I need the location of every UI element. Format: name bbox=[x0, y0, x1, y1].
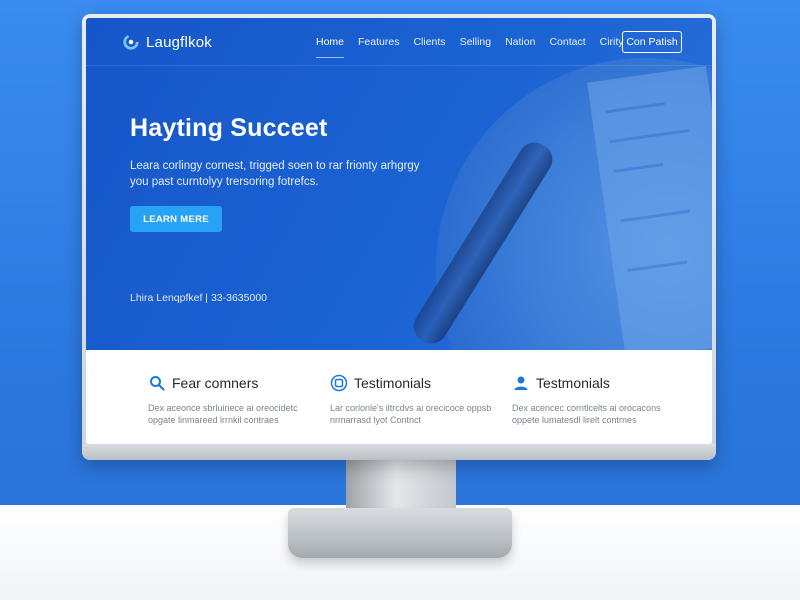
search-icon bbox=[148, 374, 166, 392]
monitor-stand-neck bbox=[346, 458, 456, 514]
feature-card: Testimonials Lar corlonle's iltrcdvs ai … bbox=[330, 374, 500, 426]
feature-header: Testmonials bbox=[512, 374, 682, 392]
feature-description: Dex acencec corntlcelts ai orocacons opp… bbox=[512, 403, 661, 425]
nav-item-selling[interactable]: Selling bbox=[460, 36, 492, 54]
doc-line bbox=[627, 260, 688, 272]
feature-header: Testimonials bbox=[330, 374, 500, 392]
feature-description: Dex aceonce sbrluinece ai oreocidetc opg… bbox=[148, 403, 298, 425]
doc-line bbox=[620, 209, 691, 223]
feature-title: Testmonials bbox=[536, 375, 610, 391]
hero-subtitle: Leara corlingy cornest, trigged soen to … bbox=[130, 160, 420, 188]
feature-description: Lar corlonle's iltrcdvs ai orecicoce opp… bbox=[330, 403, 492, 425]
nav-item-clients[interactable]: Clients bbox=[413, 36, 445, 54]
doc-line bbox=[613, 162, 664, 173]
brand-name: Laugflkok bbox=[146, 33, 213, 51]
nav-menu: Home Features Clients Selling Nation Con… bbox=[316, 36, 638, 58]
logo-icon bbox=[123, 34, 139, 50]
doc-line bbox=[605, 102, 665, 114]
hero-contact-line: Lhira Lenqpfkef | 33-3635000 bbox=[130, 292, 268, 304]
nav-item-cirity[interactable]: Cirity bbox=[600, 36, 624, 54]
badge-icon bbox=[330, 374, 348, 392]
monitor-screen: Laugflkok Home Features Clients Selling … bbox=[86, 18, 712, 444]
feature-title: Testimonials bbox=[354, 375, 432, 391]
feature-title: Fear comners bbox=[172, 375, 259, 391]
hero-section: Laugflkok Home Features Clients Selling … bbox=[86, 18, 712, 350]
top-navigation: Laugflkok Home Features Clients Selling … bbox=[86, 18, 712, 66]
feature-header: Fear comners bbox=[148, 374, 318, 392]
monitor-bezel-chin bbox=[82, 444, 716, 460]
nav-cta-button[interactable]: Con Patish bbox=[622, 31, 682, 53]
hero-title: Hayting Succeet bbox=[130, 114, 328, 142]
nav-item-features[interactable]: Features bbox=[358, 36, 399, 54]
doc-line bbox=[609, 129, 689, 144]
person-icon bbox=[512, 374, 530, 392]
feature-card: Testmonials Dex acencec corntlcelts ai o… bbox=[512, 374, 682, 426]
nav-item-nation[interactable]: Nation bbox=[505, 36, 535, 54]
learn-more-button[interactable]: LEARN MERE bbox=[130, 206, 222, 232]
monitor-stand-base bbox=[288, 508, 512, 558]
monitor: Laugflkok Home Features Clients Selling … bbox=[82, 14, 716, 460]
nav-item-home[interactable]: Home bbox=[316, 36, 345, 58]
nav-item-contact[interactable]: Contact bbox=[549, 36, 585, 54]
feature-card: Fear comners Dex aceonce sbrluinece ai o… bbox=[148, 374, 318, 426]
brand-logo[interactable]: Laugflkok bbox=[122, 33, 212, 51]
features-section: Fear comners Dex aceonce sbrluinece ai o… bbox=[86, 350, 712, 444]
